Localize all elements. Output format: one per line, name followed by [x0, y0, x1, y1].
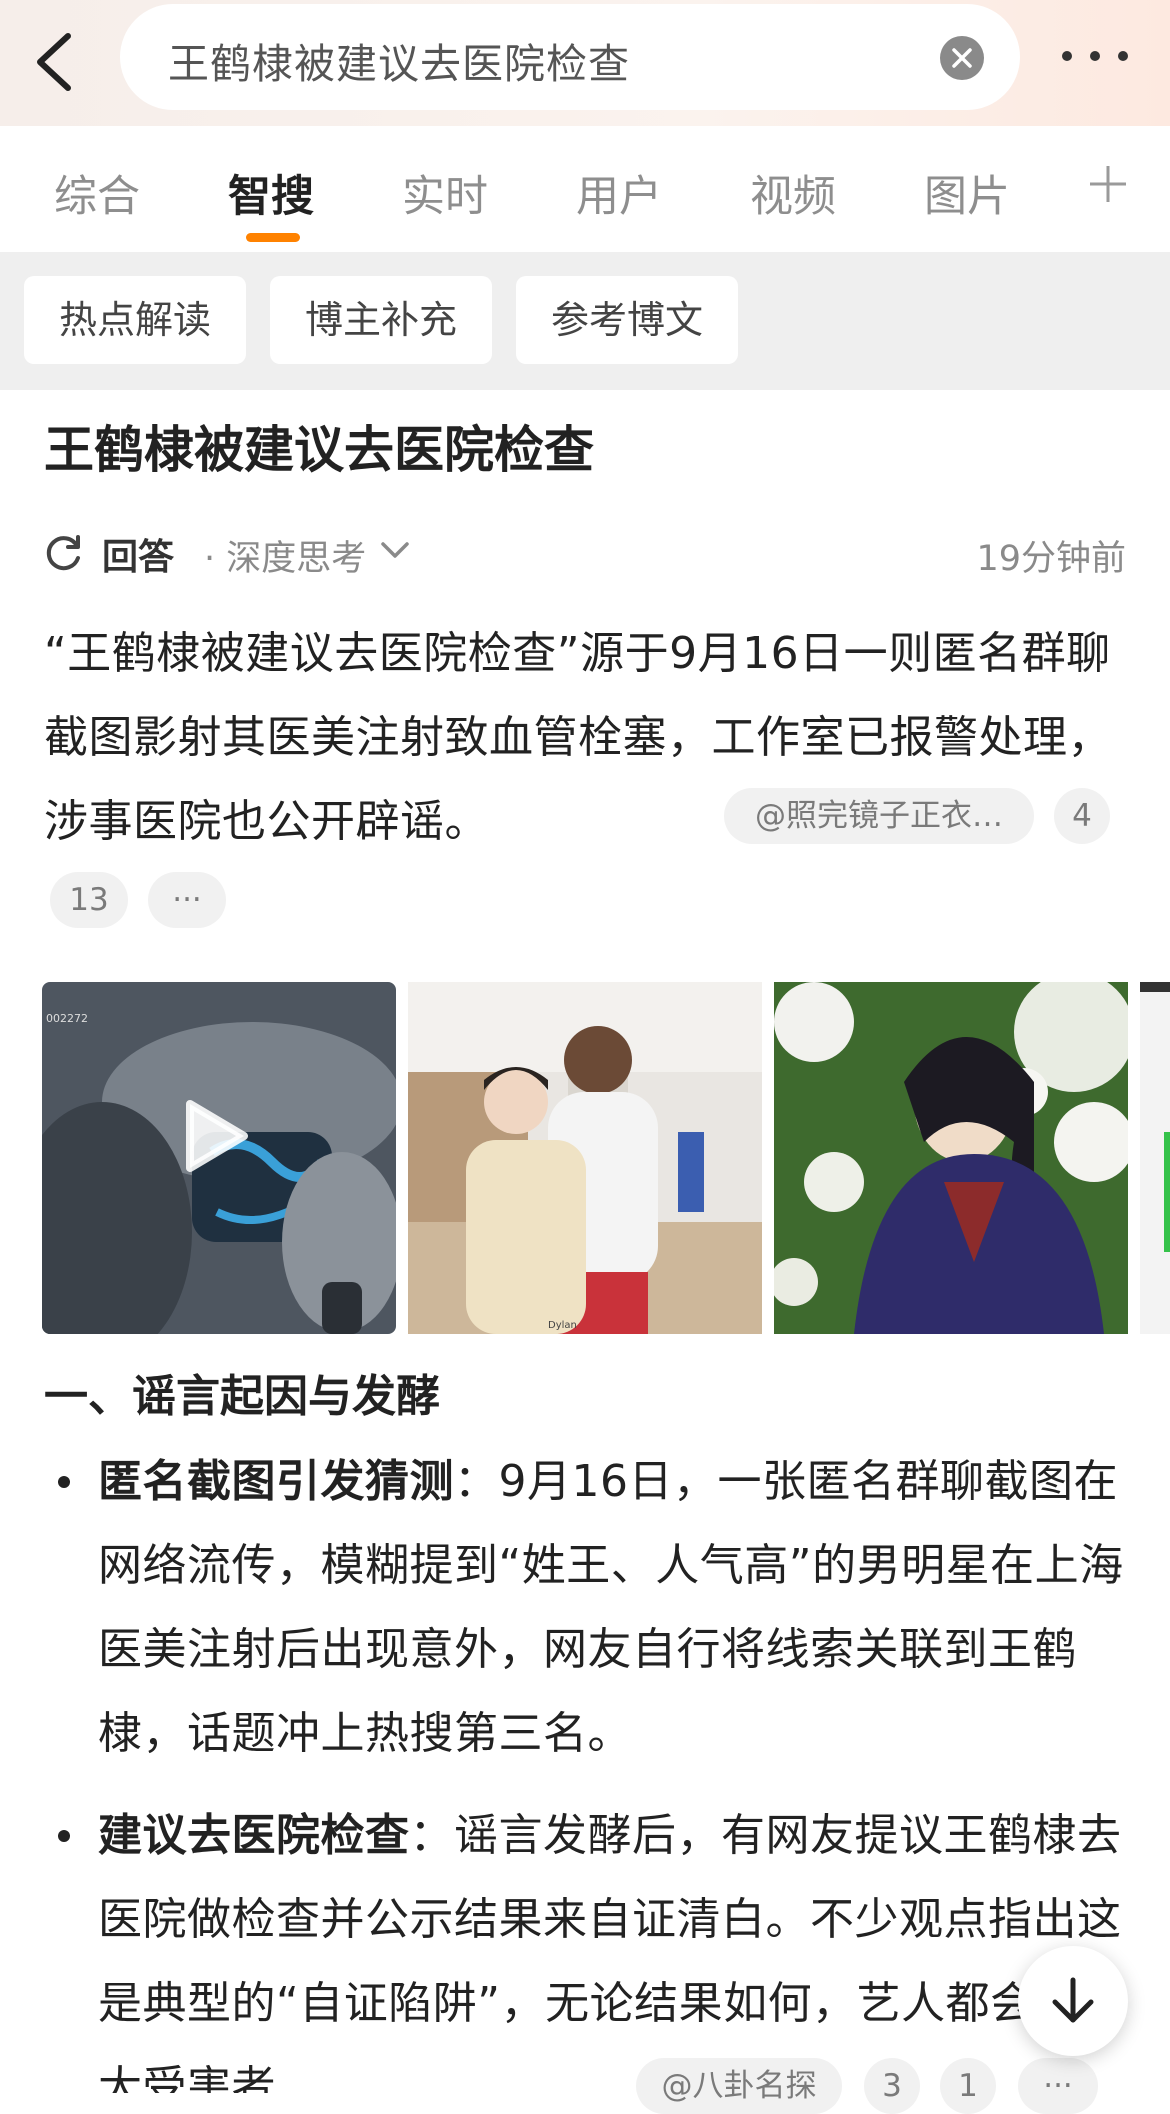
bullet-item: 建议去医院检查：谣言发酵后，有网友提议王鹤棣去医院做检查并公示结果来自证清白。不…: [98, 1794, 1128, 2093]
answer-label: 回答: [102, 537, 175, 578]
section-title: 一、谣言起因与发酵: [44, 1371, 440, 1422]
image-peek: [1140, 982, 1170, 1334]
reference-count-pill[interactable]: 3: [864, 2058, 920, 2114]
more-citations-pill[interactable]: ···: [1018, 2058, 1098, 2114]
search-input[interactable]: 王鹤棣被建议去医院检查: [120, 4, 1020, 110]
chevron-left-icon: [37, 33, 71, 91]
back-button[interactable]: [22, 22, 102, 102]
tab-images[interactable]: 图片: [924, 162, 1010, 224]
timestamp: 19分钟前: [976, 539, 1126, 579]
photo-blossom-costume-image: [774, 982, 1128, 1334]
tab-smart-search[interactable]: 智搜: [228, 162, 314, 224]
chip-hot-interpretation[interactable]: 热点解读: [24, 276, 246, 364]
tab-videos[interactable]: 视频: [750, 162, 836, 224]
bullet-item: 匿名截图引发猜测：9月16日，一张匿名群聊截图在网络流传，模糊提到“姓王、人气高…: [98, 1440, 1128, 1776]
bullet-dot: [58, 1830, 70, 1842]
scroll-down-button[interactable]: [1018, 1946, 1128, 2056]
thumbnail-caption: 002272: [46, 1012, 88, 1025]
arrow-down-icon: [1052, 1977, 1094, 2023]
plus-icon[interactable]: [1088, 164, 1128, 204]
top-search-bar: 王鹤棣被建议去医院检查: [0, 0, 1170, 126]
refresh-answer-icon: [46, 535, 80, 571]
search-query-text: 王鹤棣被建议去医院检查: [168, 40, 630, 88]
video-thumbnail[interactable]: 002272: [42, 982, 396, 1334]
image-carousel-next-peek[interactable]: [1140, 982, 1170, 1334]
more-dot-icon: [1118, 51, 1128, 61]
reference-count-pill[interactable]: 1: [940, 2058, 996, 2114]
photo-watermark: Dylan: [548, 1320, 577, 1331]
chevron-down-icon[interactable]: [380, 540, 410, 560]
tab-users[interactable]: 用户: [576, 162, 662, 224]
source-citation-pill[interactable]: @照完镜子正衣…: [724, 788, 1034, 844]
more-dot-icon: [1090, 51, 1100, 61]
article-headline: 王鹤棣被建议去医院检查: [44, 421, 594, 479]
chip-blogger-supplement[interactable]: 博主补充: [270, 276, 492, 364]
chip-reference-posts[interactable]: 参考博文: [516, 276, 738, 364]
clear-search-button[interactable]: [940, 36, 984, 80]
source-citation-pill[interactable]: @八卦名探: [636, 2058, 842, 2114]
bullet-heading: 建议去医院检查: [98, 1810, 410, 1861]
photo-basketball-court-image: Dylan: [408, 982, 762, 1334]
tab-comprehensive[interactable]: 综合: [54, 162, 140, 224]
active-tab-indicator: [246, 233, 300, 242]
chip-bar: 热点解读 博主补充 参考博文: [0, 252, 1170, 390]
bullet-heading: 匿名截图引发猜测: [98, 1456, 454, 1507]
reference-count-pill[interactable]: 4: [1054, 788, 1110, 844]
photo-blossom-costume[interactable]: [774, 982, 1128, 1334]
bullet-dot: [58, 1476, 70, 1488]
search-tabs: 综合 智搜 实时 用户 视频 图片: [0, 126, 1170, 252]
more-options-button[interactable]: [1050, 30, 1150, 80]
deep-thinking-toggle[interactable]: · 深度思考: [204, 530, 366, 581]
more-citations-pill[interactable]: ···: [148, 872, 226, 928]
photo-basketball-court[interactable]: Dylan: [408, 982, 762, 1334]
more-dot-icon: [1062, 51, 1072, 61]
tab-realtime[interactable]: 实时: [402, 162, 488, 224]
answer-meta-row: 回答 · 深度思考 19分钟前: [44, 528, 1126, 581]
close-icon: [952, 48, 972, 68]
play-icon[interactable]: [184, 1098, 250, 1174]
reference-count-pill[interactable]: 13: [50, 872, 128, 928]
